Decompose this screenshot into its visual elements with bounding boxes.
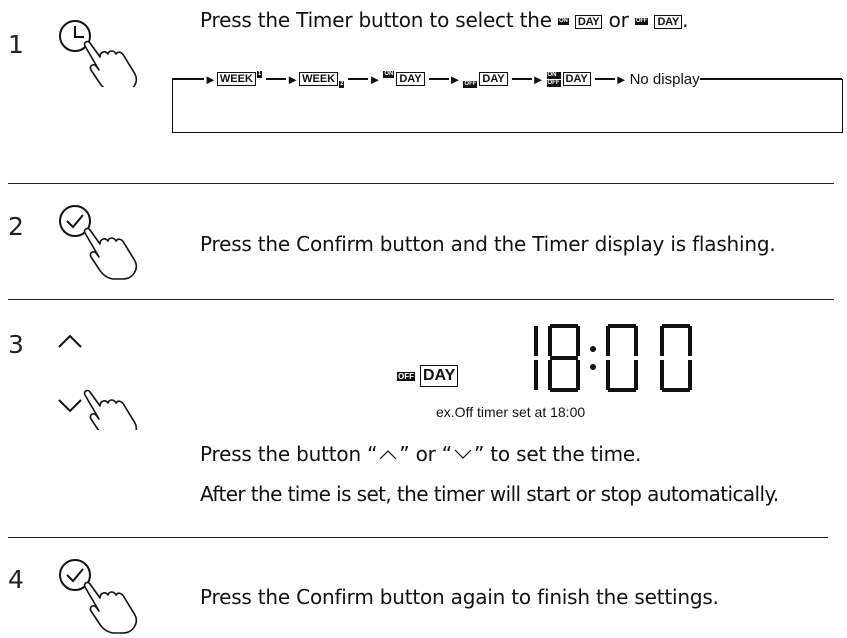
down-arrow-icon [454,449,472,459]
divider [8,183,834,184]
day-indicator: DAY [654,14,683,29]
up-down-buttons-icon [58,334,138,430]
divider [8,299,834,300]
confirm-button-icon [59,205,138,280]
step-3-text-b: ” or “ [399,442,452,466]
day-indicator: DAY [396,72,425,86]
step-1-number: 1 [8,30,24,59]
step-3-line-2: After the time is set, the timer will st… [200,482,779,506]
week-indicator: WEEK [299,72,339,86]
day-indicator: DAY [562,72,591,86]
hand-press-icon [83,40,138,87]
off-day-indicator: OFF DAY [397,365,459,387]
confirm-button-icon [59,559,138,634]
off-indicator: OFF [463,80,478,88]
day-indicator: DAY [420,365,459,387]
no-display-label: No display [629,70,700,88]
off-indicator: OFF [397,371,415,381]
timer-mode-sequence: ► WEEK 1 ► WEEK 2 ► ON DAY ► OFF DAY ► O… [172,68,842,90]
divider [8,537,828,538]
hand-press-icon [83,227,138,280]
on-indicator: ON [383,70,395,78]
on-indicator: ON [558,18,569,25]
step-3-number: 3 [8,330,24,359]
or-text: or [608,8,629,32]
hand-press-icon [83,389,138,430]
week-2-indicator: 2 [339,80,345,88]
step-3-line-1: Press the button “ ” or “ ” to set the tim… [200,442,641,466]
down-arrow-icon [58,399,82,413]
step-1-instruction: Press the Timer button to select the ON … [200,8,689,32]
step-1-text: Press the Timer button to select the [200,8,552,32]
up-arrow-icon [58,334,82,348]
week-indicator: WEEK [216,72,256,86]
step-4-number: 4 [8,565,24,594]
on-indicator: ON [546,71,561,79]
step-2-number: 2 [8,212,24,241]
week-1-indicator: 1 [256,70,263,78]
step-2-text: Press the Confirm button and the Timer d… [200,232,776,256]
up-arrow-icon [379,450,397,460]
day-indicator: DAY [574,14,603,29]
timer-display [534,324,692,392]
off-indicator: OFF [546,79,561,87]
step-3-text-a: Press the button “ [200,442,378,466]
day-indicator: DAY [479,72,508,86]
step-3-text-c: ” to set the time. [473,442,642,466]
display-caption: ex.Off timer set at 18:00 [436,404,586,420]
off-indicator: OFF [634,18,649,25]
step-4-text: Press the Confirm button again to finish… [200,585,719,609]
hand-press-icon [83,581,138,634]
timer-button-icon [59,20,138,87]
